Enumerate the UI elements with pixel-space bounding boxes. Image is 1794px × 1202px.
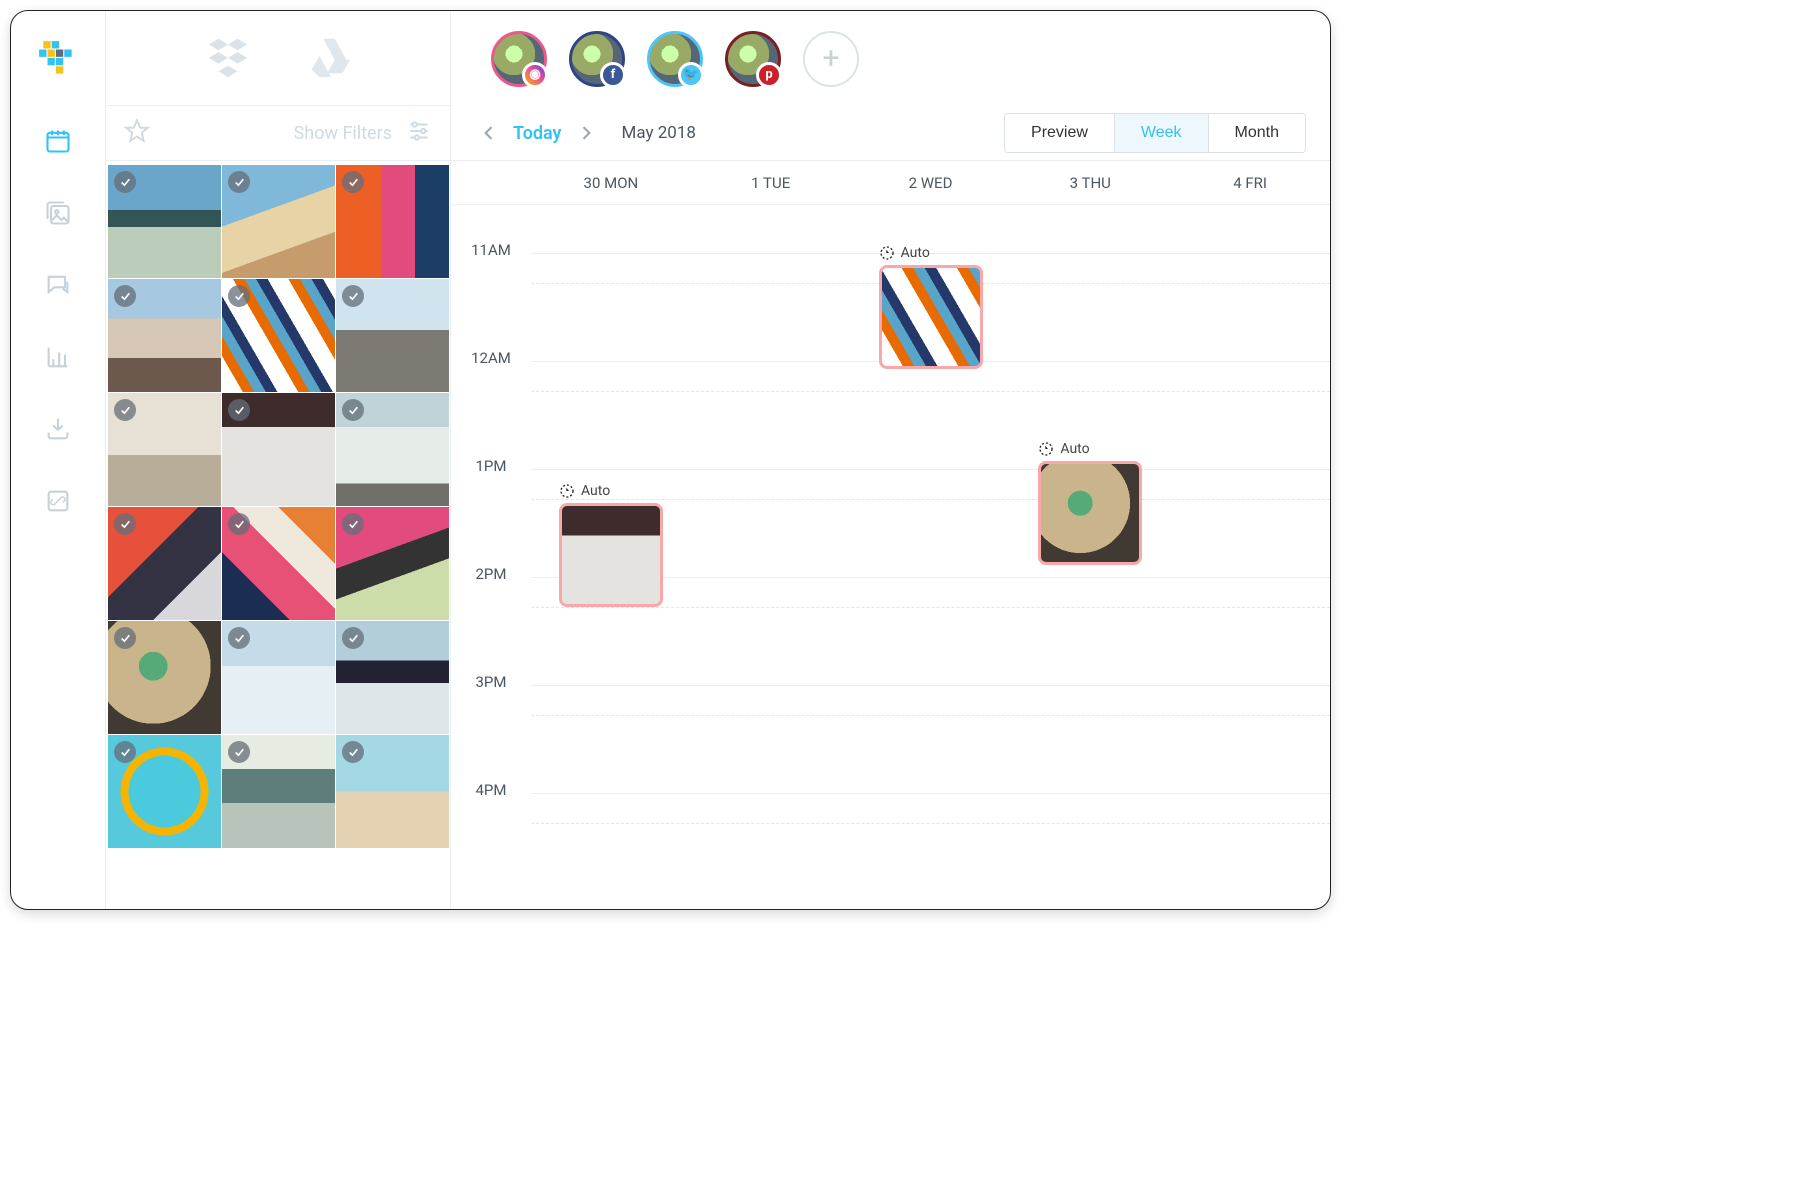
day-header: 2 WED xyxy=(851,161,1011,204)
select-check-icon[interactable] xyxy=(228,627,250,649)
pinterest-icon: p xyxy=(756,62,782,88)
auto-tag: Auto xyxy=(879,245,987,261)
media-thumbnail[interactable] xyxy=(222,735,335,848)
nav-conversations[interactable] xyxy=(42,269,74,301)
post-thumbnail xyxy=(559,503,663,607)
tab-preview[interactable]: Preview xyxy=(1005,114,1114,152)
select-check-icon[interactable] xyxy=(114,513,136,535)
select-check-icon[interactable] xyxy=(228,171,250,193)
select-check-icon[interactable] xyxy=(114,399,136,421)
media-thumbnail[interactable] xyxy=(222,165,335,278)
select-check-icon[interactable] xyxy=(228,399,250,421)
app-window: Show Filters ◉ f 🐦 p + Today May 2018 Previe… xyxy=(10,10,1331,910)
media-thumbnail[interactable] xyxy=(336,393,449,506)
profile-twitter[interactable]: 🐦 xyxy=(647,31,703,87)
calendar-pane: ◉f🐦p+ Today May 2018 Preview Week Month … xyxy=(451,11,1330,909)
media-thumbnail[interactable] xyxy=(108,279,221,392)
scheduled-post[interactable]: Auto xyxy=(559,483,667,607)
time-grid[interactable]: 11AM12AM1PM2PM3PM4PM Auto Auto Auto xyxy=(451,205,1330,909)
media-grid[interactable] xyxy=(106,165,450,909)
auto-tag: Auto xyxy=(1038,441,1146,457)
select-check-icon[interactable] xyxy=(228,513,250,535)
dropbox-icon[interactable] xyxy=(205,33,251,83)
nav-analytics[interactable] xyxy=(42,341,74,373)
star-icon[interactable] xyxy=(124,118,150,149)
select-check-icon[interactable] xyxy=(114,627,136,649)
media-thumbnail[interactable] xyxy=(222,507,335,620)
media-thumbnail[interactable] xyxy=(222,621,335,734)
hour-label: 1PM xyxy=(451,421,531,529)
prev-arrow[interactable] xyxy=(475,119,503,147)
select-check-icon[interactable] xyxy=(114,171,136,193)
google-drive-icon[interactable] xyxy=(306,33,352,83)
profile-instagram[interactable]: ◉ xyxy=(491,31,547,87)
next-arrow[interactable] xyxy=(572,119,600,147)
scheduled-post[interactable]: Auto xyxy=(879,245,987,369)
profile-pinterest[interactable]: p xyxy=(725,31,781,87)
profile-facebook[interactable]: f xyxy=(569,31,625,87)
select-check-icon[interactable] xyxy=(228,741,250,763)
day-header: 30 MON xyxy=(531,161,691,204)
twitter-icon: 🐦 xyxy=(678,62,704,88)
hour-label: 12AM xyxy=(451,313,531,421)
tab-week[interactable]: Week xyxy=(1114,114,1208,152)
media-thumbnail[interactable] xyxy=(108,165,221,278)
select-check-icon[interactable] xyxy=(114,285,136,307)
post-thumbnail xyxy=(1038,461,1142,565)
media-thumbnail[interactable] xyxy=(336,165,449,278)
nav-link-in-bio[interactable] xyxy=(42,485,74,517)
media-thumbnail[interactable] xyxy=(108,393,221,506)
day-header: 4 FRI xyxy=(1170,161,1330,204)
media-thumbnail[interactable] xyxy=(336,279,449,392)
auto-tag: Auto xyxy=(559,483,667,499)
sidebar-nav xyxy=(11,11,106,909)
nav-inbox-download[interactable] xyxy=(42,413,74,445)
tab-month[interactable]: Month xyxy=(1208,114,1305,152)
social-profiles-row: ◉ f 🐦 p + xyxy=(451,11,1330,106)
filter-sliders-icon[interactable] xyxy=(406,118,432,149)
scheduled-post[interactable]: Auto xyxy=(1038,441,1146,565)
app-logo[interactable] xyxy=(37,39,79,85)
facebook-icon: f xyxy=(600,62,626,88)
post-thumbnail xyxy=(879,265,983,369)
media-sources xyxy=(106,11,450,106)
media-panel: Show Filters xyxy=(106,11,451,909)
select-check-icon[interactable] xyxy=(342,285,364,307)
add-profile-button[interactable]: + xyxy=(803,31,859,87)
select-check-icon[interactable] xyxy=(342,513,364,535)
nav-calendar[interactable] xyxy=(42,125,74,157)
month-label: May 2018 xyxy=(622,123,696,143)
select-check-icon[interactable] xyxy=(114,741,136,763)
nav-media-library[interactable] xyxy=(42,197,74,229)
media-thumbnail[interactable] xyxy=(108,507,221,620)
media-filter-bar: Show Filters xyxy=(106,106,450,161)
media-thumbnail[interactable] xyxy=(222,393,335,506)
instagram-icon: ◉ xyxy=(522,62,548,88)
select-check-icon[interactable] xyxy=(342,627,364,649)
select-check-icon[interactable] xyxy=(342,741,364,763)
media-thumbnail[interactable] xyxy=(108,735,221,848)
today-button[interactable]: Today xyxy=(513,123,562,144)
media-thumbnail[interactable] xyxy=(222,279,335,392)
media-thumbnail[interactable] xyxy=(336,621,449,734)
hour-label: 2PM xyxy=(451,529,531,637)
hour-label: 3PM xyxy=(451,637,531,745)
select-check-icon[interactable] xyxy=(228,285,250,307)
media-thumbnail[interactable] xyxy=(336,735,449,848)
select-check-icon[interactable] xyxy=(342,171,364,193)
day-header: 1 TUE xyxy=(691,161,851,204)
media-thumbnail[interactable] xyxy=(108,621,221,734)
select-check-icon[interactable] xyxy=(342,399,364,421)
day-header: 3 THU xyxy=(1010,161,1170,204)
hour-label: 4PM xyxy=(451,745,531,853)
media-thumbnail[interactable] xyxy=(336,507,449,620)
hour-label: 11AM xyxy=(451,205,531,313)
view-segmented-control: Preview Week Month xyxy=(1004,113,1306,153)
day-header-row: 30 MON1 TUE2 WED3 THU4 FRI xyxy=(451,161,1330,205)
calendar-toolbar: Today May 2018 Preview Week Month xyxy=(451,106,1330,161)
show-filters-label[interactable]: Show Filters xyxy=(294,123,392,144)
